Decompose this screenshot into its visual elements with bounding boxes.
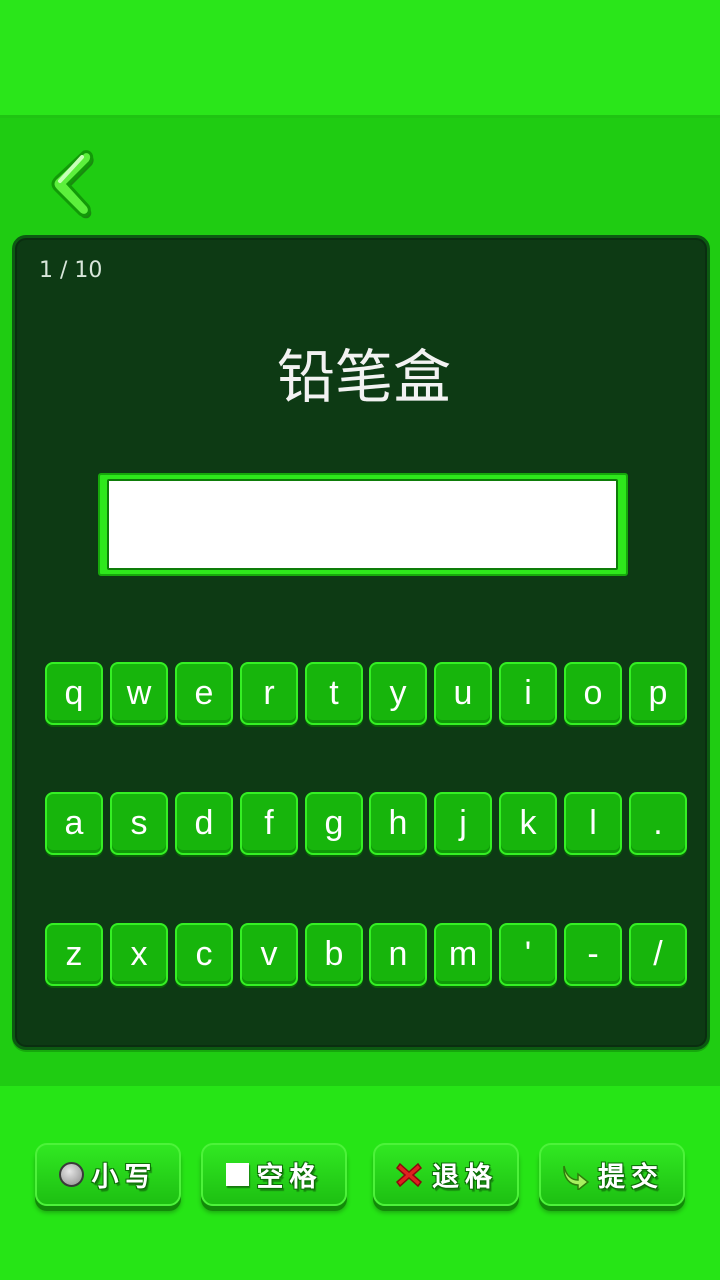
quiz-board: 1 / 10 铅笔盒 q w e r t y u i o p a s d f g… xyxy=(12,235,710,1050)
arrow-icon xyxy=(563,1165,590,1190)
key-hyphen[interactable]: - xyxy=(564,923,622,986)
keyboard-row-3: z x c v b n m ' - / xyxy=(45,923,690,987)
square-icon xyxy=(225,1163,249,1186)
key-k[interactable]: k xyxy=(499,792,557,855)
key-x[interactable]: x xyxy=(110,923,168,986)
key-n[interactable]: n xyxy=(369,923,427,986)
key-b[interactable]: b xyxy=(305,923,363,986)
key-l[interactable]: l xyxy=(564,792,622,855)
progress-counter: 1 / 10 xyxy=(39,258,103,283)
key-u[interactable]: u xyxy=(434,662,492,725)
key-d[interactable]: d xyxy=(175,792,233,855)
key-c[interactable]: c xyxy=(175,923,233,986)
key-j[interactable]: j xyxy=(434,792,492,855)
key-y[interactable]: y xyxy=(369,662,427,725)
question-word: 铅笔盒 xyxy=(276,343,451,411)
key-period[interactable]: . xyxy=(629,792,687,855)
key-t[interactable]: t xyxy=(305,662,363,725)
key-s[interactable]: s xyxy=(110,792,168,855)
submit-label: 提交 xyxy=(598,1162,664,1193)
key-o[interactable]: o xyxy=(564,662,622,725)
space-button[interactable]: 空格 xyxy=(201,1143,347,1206)
key-r[interactable]: r xyxy=(240,662,298,725)
key-w[interactable]: w xyxy=(110,662,168,725)
back-arrow-icon xyxy=(51,150,94,219)
key-e[interactable]: e xyxy=(175,662,233,725)
answer-box xyxy=(98,473,628,576)
lowercase-label: 小写 xyxy=(91,1162,158,1193)
key-i[interactable]: i xyxy=(499,662,557,725)
key-a[interactable]: a xyxy=(45,792,103,855)
backspace-label: 退格 xyxy=(432,1162,498,1193)
top-bar xyxy=(0,0,720,118)
key-h[interactable]: h xyxy=(369,792,427,855)
key-slash[interactable]: / xyxy=(629,923,687,986)
keyboard-row-1: q w e r t y u i o p xyxy=(45,662,690,726)
back-button[interactable] xyxy=(46,146,98,220)
radio-icon xyxy=(58,1162,84,1187)
key-v[interactable]: v xyxy=(240,923,298,986)
key-apostrophe[interactable]: ' xyxy=(499,923,557,986)
x-icon xyxy=(395,1162,423,1187)
key-g[interactable]: g xyxy=(305,792,363,855)
keyboard-row-2: a s d f g h j k l . xyxy=(45,792,690,856)
key-f[interactable]: f xyxy=(240,792,298,855)
key-z[interactable]: z xyxy=(45,923,103,986)
answer-input[interactable] xyxy=(107,479,618,570)
submit-button[interactable]: 提交 xyxy=(539,1143,685,1206)
key-q[interactable]: q xyxy=(45,662,103,725)
key-m[interactable]: m xyxy=(434,923,492,986)
backspace-button[interactable]: 退格 xyxy=(373,1143,519,1206)
lowercase-toggle-button[interactable]: 小写 xyxy=(35,1143,181,1206)
key-p[interactable]: p xyxy=(629,662,687,725)
space-label: 空格 xyxy=(256,1162,323,1193)
